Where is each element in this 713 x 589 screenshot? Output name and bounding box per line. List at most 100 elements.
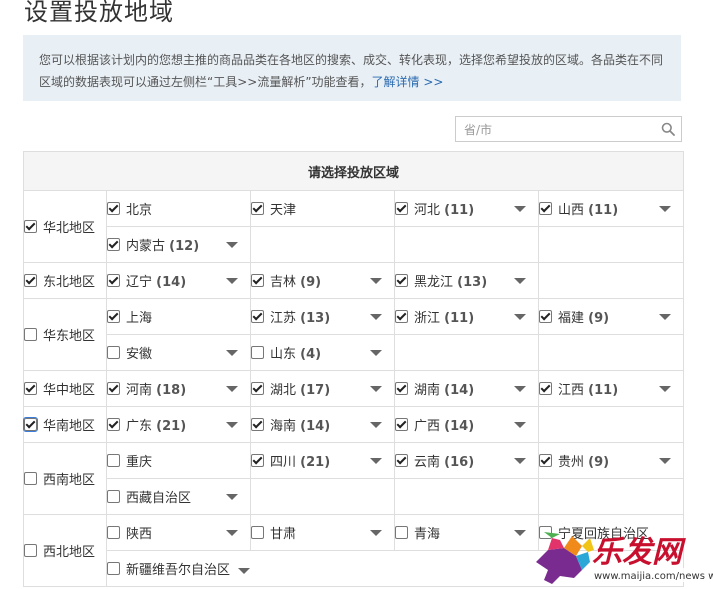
province-checkbox[interactable] xyxy=(251,454,264,467)
province-cell: 重庆 xyxy=(106,442,251,479)
chevron-down-icon[interactable] xyxy=(514,458,526,464)
province-checkbox[interactable] xyxy=(107,454,120,467)
region-checkbox[interactable] xyxy=(23,417,38,432)
chevron-down-icon[interactable] xyxy=(514,422,526,428)
province-search xyxy=(455,116,682,142)
chevron-down-icon[interactable] xyxy=(370,314,382,320)
chevron-down-icon[interactable] xyxy=(514,314,526,320)
province-checkbox[interactable] xyxy=(251,310,264,323)
region-checkbox[interactable] xyxy=(24,472,37,485)
chevron-down-icon[interactable] xyxy=(226,530,238,536)
province-checkbox[interactable] xyxy=(107,562,120,575)
chevron-down-icon[interactable] xyxy=(226,422,238,428)
watermark-logo: 乐发网 www.maijia.com/news www.6pf.cn xyxy=(536,532,713,584)
province-checkbox[interactable] xyxy=(395,418,408,431)
province-cell: 山东 (4) xyxy=(250,334,395,371)
empty-cell xyxy=(394,226,539,263)
province-checkbox[interactable] xyxy=(107,418,120,431)
region-checkbox[interactable] xyxy=(24,544,37,557)
empty-cell xyxy=(537,406,685,443)
empty-cell xyxy=(250,478,395,515)
region-checkbox[interactable] xyxy=(24,274,37,287)
chevron-down-icon[interactable] xyxy=(659,206,672,212)
chevron-down-icon[interactable] xyxy=(226,242,238,248)
province-checkbox[interactable] xyxy=(395,454,408,467)
province-checkbox[interactable] xyxy=(251,526,264,539)
chevron-down-icon[interactable] xyxy=(226,386,238,392)
province-label: 广西 xyxy=(414,419,441,434)
empty-cell xyxy=(537,478,685,515)
chevron-down-icon[interactable] xyxy=(226,278,238,284)
chevron-down-icon[interactable] xyxy=(514,386,526,392)
province-checkbox[interactable] xyxy=(107,382,120,395)
chevron-down-icon[interactable] xyxy=(226,494,238,500)
province-checkbox[interactable] xyxy=(251,274,264,287)
province-cell: 福建 (9) xyxy=(537,298,685,335)
region-cell: 西北地区 xyxy=(23,514,107,587)
province-label: 新疆维吾尔自治区 xyxy=(126,563,231,578)
chevron-down-icon[interactable] xyxy=(370,350,382,356)
chevron-down-icon[interactable] xyxy=(370,458,382,464)
region-cell: 华北地区 xyxy=(23,190,107,263)
region-checkbox[interactable] xyxy=(24,328,37,341)
chevron-down-icon[interactable] xyxy=(226,350,238,356)
chevron-down-icon[interactable] xyxy=(659,458,672,464)
search-input[interactable] xyxy=(462,118,656,142)
chevron-down-icon[interactable] xyxy=(659,314,672,320)
province-checkbox[interactable] xyxy=(251,382,264,395)
province-checkbox[interactable] xyxy=(395,382,408,395)
chevron-down-icon[interactable] xyxy=(514,206,526,212)
province-label: 上海 xyxy=(126,311,153,326)
search-icon[interactable] xyxy=(661,122,675,136)
region-checkbox[interactable] xyxy=(24,382,37,395)
province-cell: 内蒙古 (12) xyxy=(106,226,251,263)
province-checkbox[interactable] xyxy=(251,346,264,359)
province-checkbox[interactable] xyxy=(395,526,408,539)
region-label: 东北地区 xyxy=(43,275,96,290)
province-checkbox[interactable] xyxy=(395,310,408,323)
province-checkbox[interactable] xyxy=(395,274,408,287)
notice-text: 您可以根据该计划内的您想主推的商品品类在各地区的搜索、成交、转化表现，选择您希望… xyxy=(39,53,664,89)
province-label: 河南 xyxy=(126,383,153,398)
province-count: (9) xyxy=(588,455,610,470)
province-label: 北京 xyxy=(126,203,153,218)
province-cell: 青海 xyxy=(394,514,539,551)
chevron-down-icon[interactable] xyxy=(370,386,382,392)
region-label: 华北地区 xyxy=(43,221,96,236)
region-cell: 华东地区 xyxy=(23,298,107,371)
province-label: 天津 xyxy=(270,203,297,218)
province-checkbox[interactable] xyxy=(107,526,120,539)
province-checkbox[interactable] xyxy=(539,382,552,395)
chevron-down-icon[interactable] xyxy=(238,567,251,574)
province-cell: 江苏 (13) xyxy=(250,298,395,335)
chevron-down-icon[interactable] xyxy=(370,530,382,536)
province-checkbox[interactable] xyxy=(107,490,120,503)
province-checkbox[interactable] xyxy=(251,418,264,431)
learn-more-link[interactable]: 了解详情 >> xyxy=(372,75,444,89)
province-count: (17) xyxy=(300,383,331,398)
region-checkbox[interactable] xyxy=(24,220,37,233)
province-checkbox[interactable] xyxy=(107,346,120,359)
province-checkbox[interactable] xyxy=(539,454,552,467)
province-label: 陕西 xyxy=(126,527,153,542)
province-count: (4) xyxy=(300,347,322,362)
province-checkbox[interactable] xyxy=(251,202,264,215)
province-checkbox[interactable] xyxy=(107,274,120,287)
chevron-down-icon[interactable] xyxy=(659,386,672,392)
table-row: 华南地区 广东 (21) 海南 (14) 广西 (14) xyxy=(23,406,685,443)
province-checkbox[interactable] xyxy=(107,238,120,251)
province-label: 辽宁 xyxy=(126,275,153,290)
province-count: (9) xyxy=(588,311,610,326)
chevron-down-icon[interactable] xyxy=(514,278,526,284)
province-label: 江苏 xyxy=(270,311,297,326)
province-cell: 广东 (21) xyxy=(106,406,251,443)
province-checkbox[interactable] xyxy=(539,310,552,323)
chevron-down-icon[interactable] xyxy=(514,530,526,536)
chevron-down-icon[interactable] xyxy=(370,278,382,284)
chevron-down-icon[interactable] xyxy=(370,422,382,428)
province-checkbox[interactable] xyxy=(539,202,552,215)
province-checkbox[interactable] xyxy=(395,202,408,215)
province-checkbox[interactable] xyxy=(107,202,120,215)
province-checkbox[interactable] xyxy=(107,310,120,323)
table-row: 西南地区 重庆 四川 (21) 云南 (16) 贵州 (9) xyxy=(23,442,685,515)
